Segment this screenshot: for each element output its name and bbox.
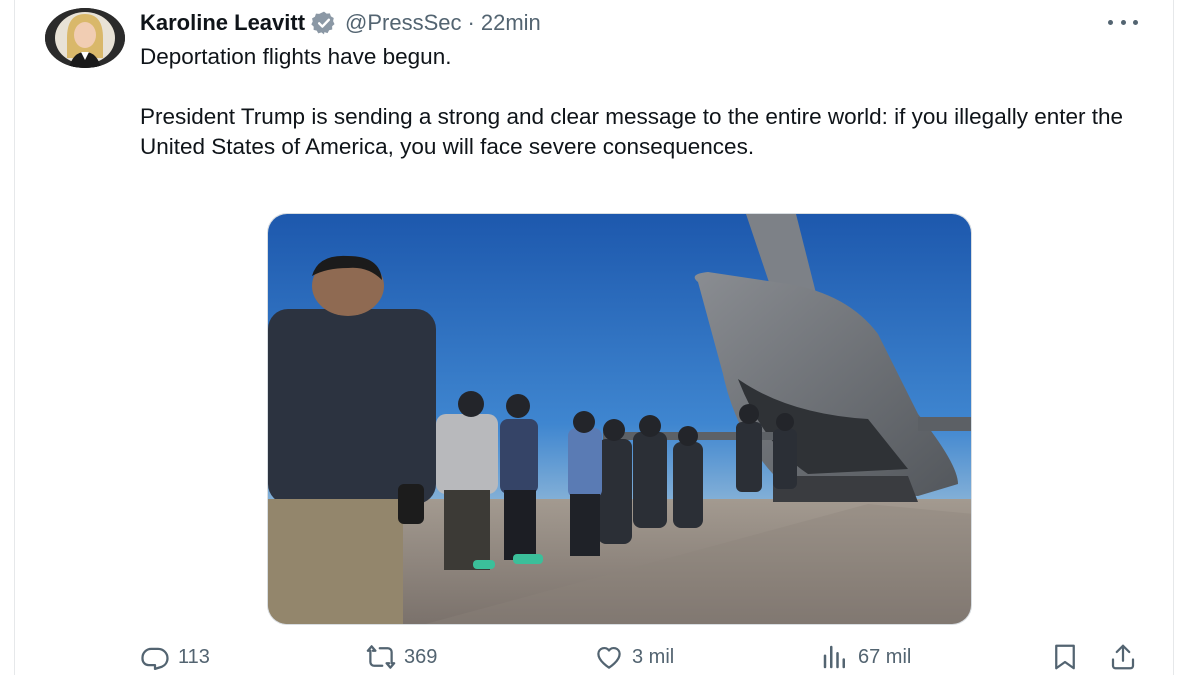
share-icon xyxy=(1111,644,1135,670)
views-icon xyxy=(823,645,845,669)
more-dot xyxy=(1120,19,1126,25)
card-border-left xyxy=(14,0,15,675)
bookmark-button[interactable] xyxy=(1050,640,1080,674)
share-button[interactable] xyxy=(1108,640,1138,674)
tweet-header: Karoline Leavitt @PressSec · 22min xyxy=(140,8,541,38)
more-options-icon[interactable] xyxy=(1108,12,1138,32)
retweet-button[interactable]: 369 xyxy=(366,640,437,674)
views-button[interactable]: 67 mil xyxy=(820,640,911,674)
tweet-text-line: Deportation flights have begun. xyxy=(140,44,452,69)
reply-count: 113 xyxy=(178,645,210,668)
like-count: 3 mil xyxy=(632,645,675,668)
deportation-flight-photo xyxy=(268,214,971,624)
author-handle[interactable]: @PressSec xyxy=(345,10,461,36)
card-border-right xyxy=(1173,0,1174,675)
views-count: 67 mil xyxy=(858,645,912,668)
tweet-text-line: President Trump is sending a strong and … xyxy=(140,104,1124,159)
retweet-count: 369 xyxy=(404,645,438,668)
tweet-timestamp[interactable]: 22min xyxy=(481,10,541,36)
heart-icon xyxy=(597,646,621,669)
reply-icon xyxy=(141,647,169,670)
retweet-icon xyxy=(366,645,396,669)
bookmark-icon xyxy=(1055,644,1075,670)
header-separator: · xyxy=(467,10,475,35)
reply-button[interactable]: 113 xyxy=(140,640,210,674)
tweet-media-photo[interactable] xyxy=(267,213,972,625)
author-display-name[interactable]: Karoline Leavitt xyxy=(140,10,305,36)
avatar[interactable] xyxy=(45,8,125,68)
like-button[interactable]: 3 mil xyxy=(594,640,674,674)
avatar-image xyxy=(45,8,125,68)
more-dot xyxy=(1133,19,1138,25)
tweet-body: Deportation flights have begun. Presiden… xyxy=(140,42,1150,162)
more-dot xyxy=(1108,19,1113,25)
tweet-action-bar: 113 369 3 mil 67 mil xyxy=(0,640,1200,674)
verified-badge-icon[interactable] xyxy=(311,10,337,36)
